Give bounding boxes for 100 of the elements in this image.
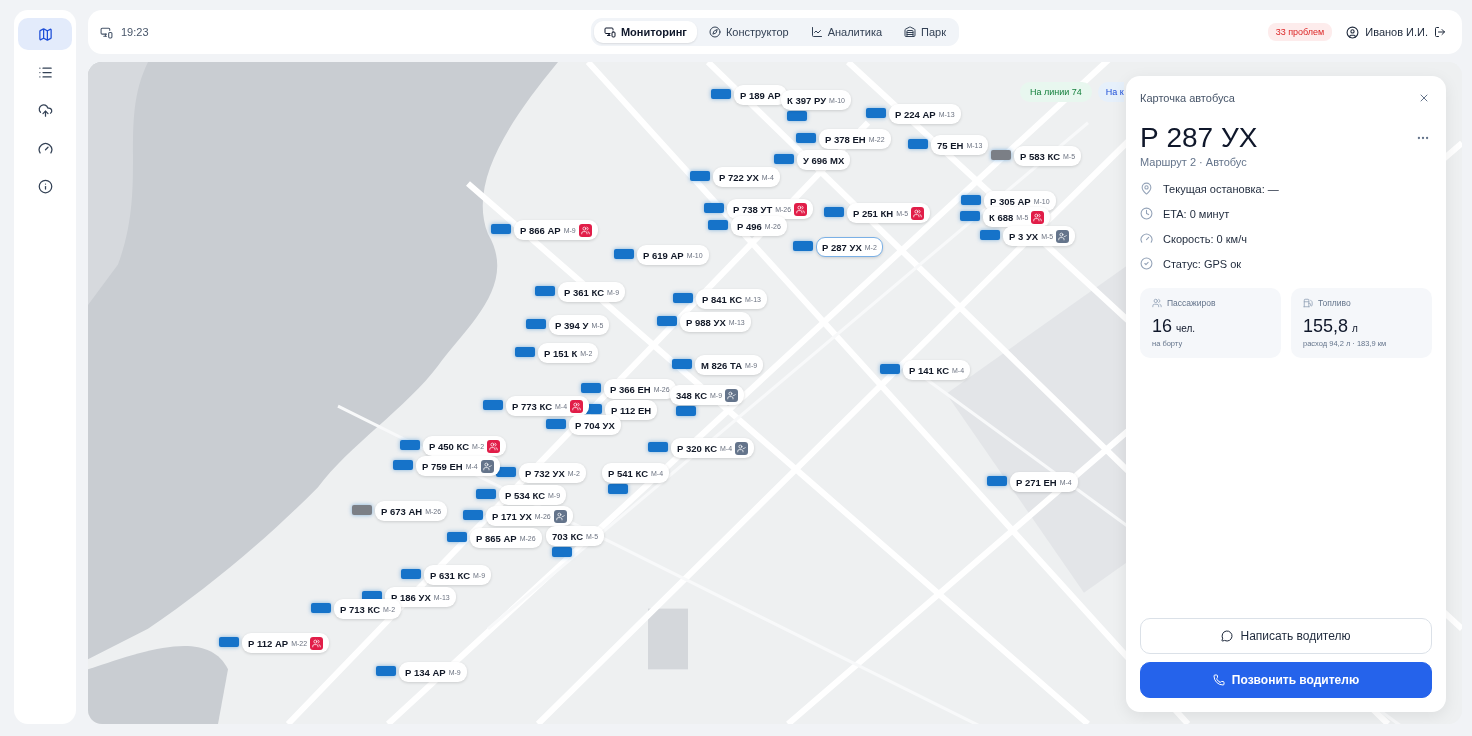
- bus-marker[interactable]: [673, 293, 693, 303]
- bus-marker[interactable]: [483, 400, 503, 410]
- plate-number: Р 732 УХ: [525, 467, 565, 479]
- bus-marker[interactable]: [987, 476, 1007, 486]
- bus-marker[interactable]: [376, 666, 396, 676]
- plate-number: Р 773 КС: [512, 400, 552, 412]
- monitor-icon: [603, 26, 616, 38]
- plate-number: Р 224 АР: [895, 108, 936, 120]
- plate-number: Р 738 УТ: [733, 203, 773, 215]
- plate-number: У 696 МХ: [803, 154, 845, 166]
- list-icon: [37, 64, 53, 80]
- bus-label[interactable]: Р 112 ЕН: [605, 400, 658, 420]
- bus-marker[interactable]: [219, 637, 239, 647]
- bus-marker[interactable]: [608, 484, 628, 494]
- plate-number: Р 866 АР: [520, 224, 561, 236]
- plate-number: К 688: [989, 211, 1014, 223]
- bus-marker[interactable]: [787, 111, 807, 121]
- call-button[interactable]: Позвонить водителю: [1140, 662, 1432, 698]
- card-title: Карточка автобуса: [1140, 92, 1235, 104]
- plate-number: Р 496: [737, 220, 762, 232]
- route-subtitle: Маршрут 2 · Автобус: [1140, 156, 1248, 168]
- bus-marker[interactable]: [463, 510, 483, 520]
- bus-marker[interactable]: [711, 89, 731, 99]
- bus-marker[interactable]: [708, 220, 728, 230]
- bus-marker[interactable]: [496, 467, 516, 477]
- bus-marker[interactable]: [866, 108, 886, 118]
- nav-tab[interactable]: Аналитика: [800, 21, 893, 43]
- bus-marker[interactable]: [704, 203, 724, 213]
- bus-marker[interactable]: [690, 171, 710, 181]
- bus-marker[interactable]: [401, 569, 421, 579]
- check-circle-icon: [1140, 257, 1153, 270]
- bus-marker[interactable]: [400, 440, 420, 450]
- cloud-upload-icon: [37, 102, 53, 118]
- bus-marker[interactable]: [657, 316, 677, 326]
- bus-marker[interactable]: [552, 547, 572, 557]
- plate-number: Р 713 КС: [340, 603, 380, 615]
- compass-icon: [708, 26, 721, 38]
- bus-marker[interactable]: [908, 139, 928, 149]
- bus-marker[interactable]: [447, 532, 467, 542]
- plate-number: Р 841 КС: [702, 293, 742, 305]
- bus-label[interactable]: Р 704 УХ: [569, 415, 621, 435]
- bus-marker[interactable]: [648, 442, 668, 452]
- nav-tab[interactable]: Конструктор: [698, 21, 799, 43]
- bus-marker[interactable]: [796, 133, 816, 143]
- plate-number: 703 КС: [552, 530, 584, 542]
- bus-marker[interactable]: [526, 319, 546, 329]
- bus-marker[interactable]: [535, 286, 555, 296]
- bus-marker[interactable]: [311, 603, 331, 613]
- nav-tab[interactable]: Мониторинг: [593, 21, 697, 43]
- plate-number: Р 305 АР: [990, 195, 1031, 207]
- bus-marker[interactable]: [824, 207, 844, 217]
- bus-marker[interactable]: [672, 359, 692, 369]
- bus-marker[interactable]: [774, 154, 794, 164]
- map-pin-icon: [1140, 182, 1153, 195]
- plate-number: Р 450 КС: [429, 440, 469, 452]
- bus-marker[interactable]: [880, 364, 900, 374]
- stat-label: Пассажиров: [1167, 298, 1216, 308]
- bus-marker[interactable]: [515, 347, 535, 357]
- sidebar-button[interactable]: [18, 18, 72, 50]
- bus-marker[interactable]: [352, 505, 372, 515]
- bus-marker[interactable]: [491, 224, 511, 234]
- bus-marker[interactable]: [991, 150, 1011, 160]
- nav-tab[interactable]: Парк: [894, 21, 957, 43]
- chat-icon: [1221, 630, 1234, 642]
- bus-label[interactable]: У 696 МХ: [797, 150, 851, 170]
- bus-marker[interactable]: [476, 489, 496, 499]
- bus-marker[interactable]: [961, 195, 981, 205]
- plate-number: Р 583 КС: [1020, 150, 1060, 162]
- bus-marker[interactable]: [393, 460, 413, 470]
- problems-badge[interactable]: 33 проблем: [1267, 23, 1333, 41]
- phone-icon: [1212, 674, 1225, 686]
- plate-number: Р 320 КС: [677, 442, 717, 454]
- plate-number: Р 988 УХ: [686, 316, 726, 328]
- plate-number: Р 534 КС: [505, 489, 545, 501]
- bus-marker[interactable]: [581, 383, 601, 393]
- bus-marker[interactable]: [676, 406, 696, 416]
- bus-marker[interactable]: [546, 419, 566, 429]
- info-icon: [37, 178, 53, 194]
- bus-marker[interactable]: [793, 241, 813, 251]
- plate-number: Р 619 АР: [643, 249, 684, 261]
- plate-number: Р 271 ЕН: [1016, 476, 1057, 488]
- plate-number: Р 631 КС: [430, 569, 470, 581]
- plate-number: Р 704 УХ: [575, 419, 615, 431]
- plate-number: Р 287 УХ: [822, 241, 862, 253]
- logout-icon: [1434, 26, 1446, 38]
- clock-time: 19:23: [121, 26, 149, 38]
- plate-number: Р 112 АР: [248, 637, 289, 649]
- bus-label[interactable]: Р 189 АР: [734, 85, 787, 105]
- plate-number: 75 ЕН: [937, 139, 964, 151]
- warehouse-icon: [904, 26, 917, 38]
- plate-number: Р 251 КН: [853, 207, 894, 219]
- info-text: Статус: GPS ок: [1163, 257, 1242, 270]
- plate-number: М 826 ТА: [701, 359, 743, 371]
- user-menu[interactable]: Иванов И.И.: [1342, 21, 1450, 43]
- message-button[interactable]: Написать водителю: [1140, 618, 1432, 654]
- bus-marker[interactable]: [614, 249, 634, 259]
- close-icon: [1418, 92, 1430, 104]
- bus-marker[interactable]: [980, 230, 1000, 240]
- status-chip[interactable]: На линии 74: [1020, 82, 1092, 102]
- bus-marker[interactable]: [960, 211, 980, 221]
